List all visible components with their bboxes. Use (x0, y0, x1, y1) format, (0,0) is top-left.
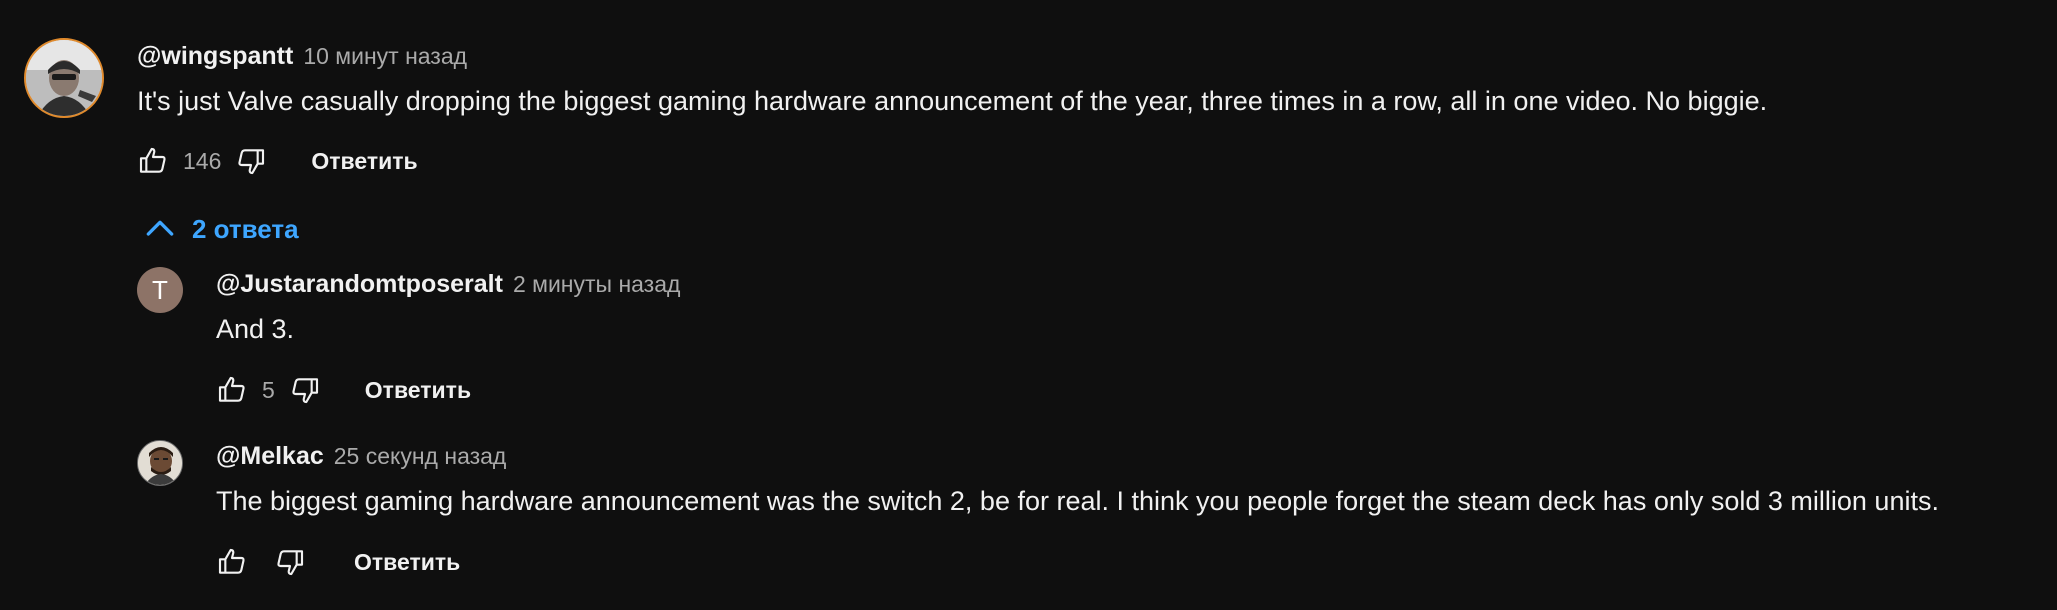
chevron-up-icon (146, 220, 174, 236)
avatar-photo (138, 441, 182, 485)
reply-time[interactable]: 25 секунд назад (334, 443, 507, 470)
thumbs-up-icon (139, 147, 166, 173)
comment-actions: 146 Ответить (133, 141, 418, 181)
avatar[interactable] (24, 38, 104, 118)
reply-button[interactable]: Ответить (311, 148, 417, 175)
dislike-button[interactable] (270, 542, 310, 582)
replies-count-label: 2 ответа (192, 213, 299, 244)
thumbs-down-icon (238, 149, 265, 175)
like-count: 146 (183, 147, 222, 174)
reply-author[interactable]: @Justarandomtposeralt (216, 270, 503, 299)
thumbs-up-icon (218, 548, 245, 574)
reply-author[interactable]: @Melkac (216, 442, 324, 471)
comment-header: @wingspantt 10 минут назад (137, 42, 467, 71)
like-count: 5 (262, 376, 275, 403)
reply-actions: 5 Ответить (212, 370, 471, 410)
dislike-button[interactable] (231, 141, 271, 181)
reply-actions: Ответить (212, 542, 460, 582)
avatar-letter: T (152, 274, 168, 305)
avatar-photo (26, 40, 102, 116)
thumbs-down-icon (292, 378, 318, 404)
reply-button[interactable]: Ответить (354, 549, 460, 576)
reply-header: @Justarandomtposeralt 2 минуты назад (216, 270, 680, 299)
comment-text: It's just Valve casually dropping the bi… (137, 86, 1768, 116)
reply-text: The biggest gaming hardware announcement… (216, 486, 1939, 516)
reply-header: @Melkac 25 секунд назад (216, 442, 506, 471)
reply-avatar[interactable] (137, 440, 183, 486)
thumbs-down-icon (277, 550, 304, 576)
reply-time[interactable]: 2 минуты назад (513, 271, 681, 298)
reply-avatar[interactable]: T (137, 267, 183, 313)
replies-toggle[interactable]: 2 ответа (140, 209, 299, 249)
reply-button[interactable]: Ответить (365, 377, 471, 404)
like-button[interactable] (212, 542, 252, 582)
comment-author[interactable]: @wingspantt (137, 42, 293, 71)
like-button[interactable] (212, 370, 252, 410)
reply-text: And 3. (216, 314, 295, 344)
comment-time[interactable]: 10 минут назад (303, 43, 467, 70)
dislike-button[interactable] (285, 370, 325, 410)
thumbs-up-icon (218, 376, 245, 402)
like-button[interactable] (133, 141, 173, 181)
